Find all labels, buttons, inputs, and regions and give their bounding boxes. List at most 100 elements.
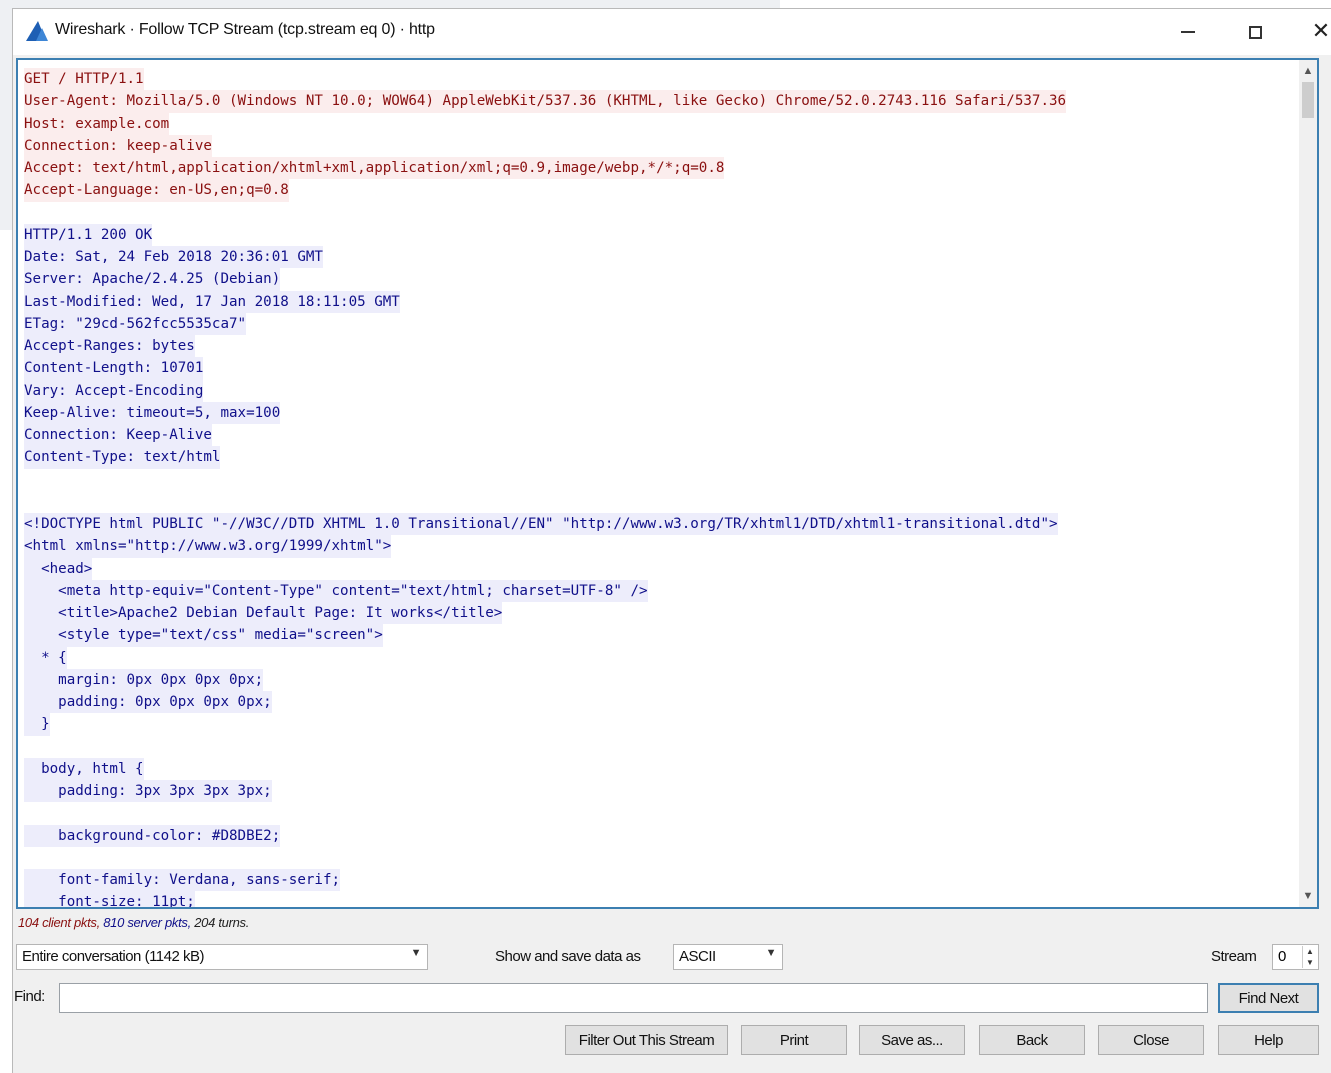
stream-number-value: 0: [1278, 948, 1287, 965]
stream-label: Stream: [1211, 948, 1257, 965]
server-line-text: <head>: [24, 557, 93, 580]
stream-line: background-color: #D8DBE2;: [24, 824, 1295, 847]
spinner-arrows-icon[interactable]: ▲ ▼: [1302, 946, 1317, 968]
client-line-text: User-Agent: Mozilla/5.0 (Windows NT 10.0…: [24, 90, 1067, 113]
find-input[interactable]: [59, 983, 1208, 1013]
vertical-scrollbar[interactable]: ▲ ▼: [1299, 60, 1317, 907]
stream-line: body, html {: [24, 757, 1295, 780]
stream-number-spinner[interactable]: 0 ▲ ▼: [1272, 944, 1319, 970]
scroll-up-icon[interactable]: ▲: [1299, 62, 1317, 80]
client-line-text: Accept-Language: en-US,en;q=0.8: [24, 179, 289, 202]
stream-line: [24, 736, 1295, 758]
server-line-text: <html xmlns="http://www.w3.org/1999/xhtm…: [24, 535, 392, 558]
stream-line: padding: 0px 0px 0px 0px;: [24, 691, 1295, 714]
help-button[interactable]: Help: [1218, 1025, 1319, 1055]
server-line-text: ETag: "29cd-562fcc5535ca7": [24, 312, 247, 335]
stream-line: <style type="text/css" media="screen">: [24, 624, 1295, 647]
minimize-button[interactable]: [1168, 15, 1208, 49]
conversation-select[interactable]: Entire conversation (1142 kB) ▼: [16, 944, 428, 970]
stream-line: [24, 202, 1295, 224]
back-button[interactable]: Back: [979, 1025, 1085, 1055]
stream-line: Date: Sat, 24 Feb 2018 20:36:01 GMT: [24, 246, 1295, 269]
stream-line: <html xmlns="http://www.w3.org/1999/xhtm…: [24, 535, 1295, 558]
stream-line: Connection: Keep-Alive: [24, 424, 1295, 447]
server-line-text: Content-Length: 10701: [24, 357, 204, 380]
dropdown-caret-icon: ▼: [765, 947, 777, 959]
server-line-text: Vary: Accept-Encoding: [24, 379, 204, 402]
server-line-text: Server: Apache/2.4.25 (Debian): [24, 268, 281, 291]
window-title: Wireshark · Follow TCP Stream (tcp.strea…: [55, 21, 435, 38]
stream-line: padding: 3px 3px 3px 3px;: [24, 780, 1295, 803]
server-line-text: Content-Type: text/html: [24, 446, 221, 469]
server-packets: 810 server pkts,: [103, 915, 191, 930]
server-line-text: Connection: Keep-Alive: [24, 424, 212, 447]
stream-line: }: [24, 713, 1295, 736]
stream-line: <head>: [24, 557, 1295, 580]
stream-line: HTTP/1.1 200 OK: [24, 223, 1295, 246]
maximize-button[interactable]: [1235, 15, 1275, 49]
stream-line: [24, 469, 1295, 491]
save-as-button[interactable]: Save as...: [859, 1025, 965, 1055]
stream-line: Last-Modified: Wed, 17 Jan 2018 18:11:05…: [24, 290, 1295, 313]
server-line-text: <meta http-equiv="Content-Type" content=…: [24, 579, 648, 602]
close-button[interactable]: Close: [1098, 1025, 1204, 1055]
server-line-text: Last-Modified: Wed, 17 Jan 2018 18:11:05…: [24, 290, 400, 313]
print-button[interactable]: Print: [741, 1025, 847, 1055]
server-line-text: }: [24, 713, 50, 736]
stream-line: <meta http-equiv="Content-Type" content=…: [24, 579, 1295, 602]
scrollbar-thumb[interactable]: [1302, 82, 1314, 118]
stream-text[interactable]: GET / HTTP/1.1 User-Agent: Mozilla/5.0 (W…: [24, 68, 1295, 907]
server-line-text: <!DOCTYPE html PUBLIC "-//W3C//DTD XHTML…: [24, 513, 1058, 536]
close-window-button[interactable]: ✕: [1301, 15, 1331, 49]
stream-line: Accept-Language: en-US,en;q=0.8: [24, 179, 1295, 202]
filter-out-stream-button[interactable]: Filter Out This Stream: [565, 1025, 728, 1055]
packet-stats: 104 client pkts, 810 server pkts, 204 tu…: [18, 915, 249, 930]
stream-line: User-Agent: Mozilla/5.0 (Windows NT 10.0…: [24, 90, 1295, 113]
minimize-icon: [1181, 31, 1195, 33]
encoding-select[interactable]: ASCII ▼: [673, 944, 783, 970]
server-line-text: padding: 0px 0px 0px 0px;: [24, 691, 272, 714]
stream-line: <!DOCTYPE html PUBLIC "-//W3C//DTD XHTML…: [24, 513, 1295, 536]
stream-line: font-family: Verdana, sans-serif;: [24, 869, 1295, 892]
stream-line: GET / HTTP/1.1: [24, 68, 1295, 91]
client-line-text: GET / HTTP/1.1: [24, 68, 144, 91]
server-line-text: <title>Apache2 Debian Default Page: It w…: [24, 602, 503, 625]
server-line-text: HTTP/1.1 200 OK: [24, 223, 153, 246]
stream-line: Content-Type: text/html: [24, 446, 1295, 469]
server-line-text: * {: [24, 646, 67, 669]
stream-line: Keep-Alive: timeout=5, max=100: [24, 401, 1295, 424]
encoding-select-value: ASCII: [679, 948, 716, 965]
close-icon: ✕: [1311, 19, 1331, 44]
turns-count: 204 turns.: [194, 915, 250, 930]
server-line-text: font-size: 11pt;: [24, 891, 195, 907]
dropdown-caret-icon: ▼: [410, 947, 422, 959]
show-data-label: Show and save data as: [495, 948, 641, 965]
client-packets: 104 client pkts,: [18, 915, 100, 930]
stream-line: [24, 847, 1295, 869]
stream-line: Host: example.com: [24, 112, 1295, 135]
server-line-text: body, html {: [24, 757, 144, 780]
maximize-icon: [1248, 25, 1262, 39]
stream-line: [24, 491, 1295, 513]
find-next-button[interactable]: Find Next: [1218, 983, 1319, 1013]
client-line-text: Host: example.com: [24, 112, 170, 135]
server-line-text: Keep-Alive: timeout=5, max=100: [24, 401, 281, 424]
stream-line: Connection: keep-alive: [24, 134, 1295, 157]
scroll-down-icon[interactable]: ▼: [1299, 887, 1317, 905]
stream-line: Content-Length: 10701: [24, 357, 1295, 380]
stream-line: Vary: Accept-Encoding: [24, 379, 1295, 402]
stream-line: * {: [24, 646, 1295, 669]
stream-line: margin: 0px 0px 0px 0px;: [24, 668, 1295, 691]
server-line-text: Date: Sat, 24 Feb 2018 20:36:01 GMT: [24, 246, 323, 269]
stream-line: [24, 802, 1295, 824]
title-bar[interactable]: Wireshark · Follow TCP Stream (tcp.strea…: [13, 9, 1331, 55]
stream-line: ETag: "29cd-562fcc5535ca7": [24, 312, 1295, 335]
stream-line: Accept: text/html,application/xhtml+xml,…: [24, 157, 1295, 180]
stream-content-area[interactable]: GET / HTTP/1.1 User-Agent: Mozilla/5.0 (W…: [16, 58, 1319, 909]
server-line-text: background-color: #D8DBE2;: [24, 824, 281, 847]
server-line-text: Accept-Ranges: bytes: [24, 335, 195, 358]
stream-line: Accept-Ranges: bytes: [24, 335, 1295, 358]
stream-line: Server: Apache/2.4.25 (Debian): [24, 268, 1295, 291]
server-line-text: font-family: Verdana, sans-serif;: [24, 869, 341, 892]
stream-line: <title>Apache2 Debian Default Page: It w…: [24, 602, 1295, 625]
